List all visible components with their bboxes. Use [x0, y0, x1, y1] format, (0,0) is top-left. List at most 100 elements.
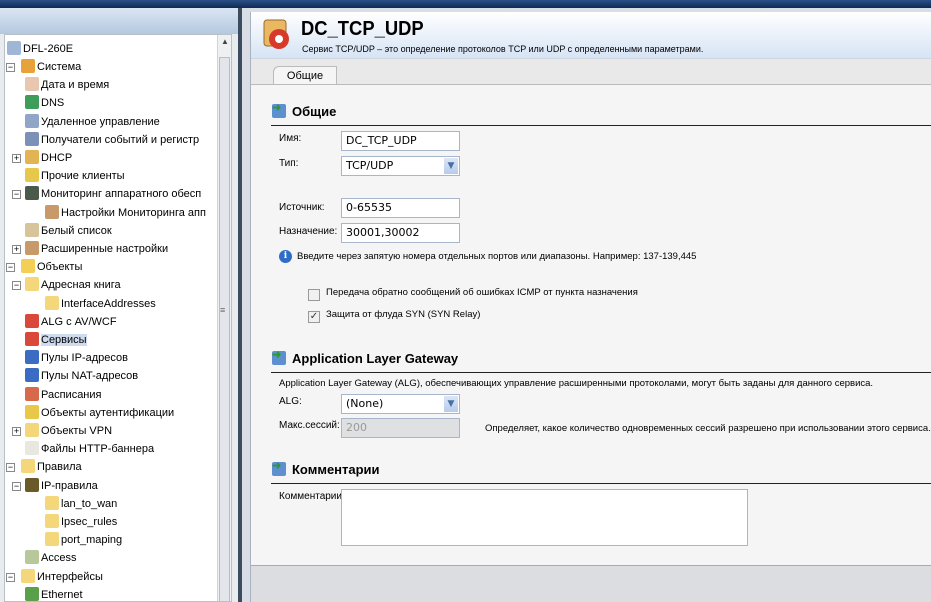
section-arrow-icon [272, 459, 286, 476]
tree-item[interactable]: Мониторинг аппаратного обесп [25, 185, 201, 203]
collapse-icon[interactable]: − [6, 263, 15, 273]
tree-item[interactable]: Правила [21, 458, 82, 476]
tree-item[interactable]: Система [21, 58, 81, 76]
tree-item-label: Дата и время [41, 79, 110, 92]
tab-general[interactable]: Общие [273, 66, 337, 86]
alg-select-value: (None) [346, 397, 384, 410]
tree-node-icon [25, 313, 39, 328]
type-select[interactable]: TCP/UDP ▼ [341, 156, 460, 176]
scrollbar-thumb[interactable] [219, 57, 230, 601]
tree-item[interactable]: lan_to_wan [45, 495, 117, 513]
panel-splitter[interactable] [238, 8, 242, 602]
tree-item[interactable]: Расширенные настройки [25, 240, 168, 258]
tree-item[interactable]: ALG с AV/WCF [25, 313, 117, 331]
divider [271, 372, 931, 373]
collapse-icon[interactable]: − [6, 463, 15, 473]
tree-item[interactable]: Расписания [25, 386, 101, 404]
tree-item[interactable]: Ipsec_rules [45, 513, 117, 531]
section-arrow-icon [272, 348, 286, 365]
tree-item-label: Система [37, 61, 82, 73]
tree-root[interactable]: DFL-260E [7, 40, 73, 58]
tree-item[interactable]: InterfaceAddresses [45, 295, 156, 313]
tree-item[interactable]: Интерфейсы [21, 568, 103, 586]
expand-icon[interactable]: + [12, 245, 21, 254]
tree-item-label: Объекты [37, 261, 83, 274]
tree-item-label: Файлы HTTP-баннера [41, 443, 155, 456]
tree-node-icon [25, 168, 39, 183]
tree-node-icon [25, 350, 39, 365]
max-sessions-label: Макс.сессий: [279, 420, 340, 431]
tree-node-icon [45, 495, 59, 510]
tree-item[interactable]: DHCP [25, 149, 72, 167]
tree-item[interactable]: Объекты VPN [25, 422, 112, 440]
tree-item-label: Прочие клиенты [41, 170, 125, 183]
expand-icon[interactable]: + [12, 154, 21, 163]
tree-item-label: Правила [37, 461, 82, 474]
tree-item[interactable]: Адресная книга [25, 276, 121, 294]
tree-node-icon [21, 459, 35, 474]
collapse-icon[interactable]: − [12, 281, 21, 291]
tree-item-label: Пулы NAT-адресов [41, 370, 139, 383]
collapse-icon[interactable]: − [6, 572, 15, 582]
tree-item[interactable]: Access [25, 549, 76, 567]
tree-item[interactable]: Пулы IP-адресов [25, 349, 128, 367]
tree-item[interactable]: Сервисы [25, 331, 87, 349]
tree-node-icon [25, 150, 39, 164]
tree-item[interactable]: port_maping [45, 531, 122, 549]
max-sessions-input[interactable]: 200 [341, 418, 460, 438]
tree-item[interactable]: Пулы NAT-адресов [25, 367, 138, 385]
tree-item-label: port_maping [61, 534, 123, 547]
tree-item[interactable]: Настройки Мониторинга апп [45, 204, 206, 222]
comments-textarea[interactable] [341, 489, 748, 546]
destination-label: Назначение: [279, 226, 338, 237]
tree-item[interactable]: Белый список [25, 222, 112, 240]
tree-item[interactable]: Дата и время [25, 76, 109, 94]
source-label: Источник: [279, 202, 325, 213]
section-comments-heading: Комментарии [272, 459, 380, 477]
tree-item-label: Ipsec_rules [61, 516, 118, 528]
tree-item-label: ALG с AV/WCF [41, 315, 117, 328]
tree-node-icon [21, 568, 35, 583]
tree-scrollbar[interactable]: ▲ ≡ [217, 35, 231, 601]
tree-item[interactable]: Прочие клиенты [25, 167, 125, 185]
tree-node-icon [25, 241, 39, 255]
page-title: DC_TCP_UDP [301, 18, 424, 40]
collapse-icon[interactable]: − [12, 190, 21, 200]
expand-icon[interactable]: + [12, 427, 21, 436]
tree-item[interactable]: Объекты [21, 258, 82, 276]
tree-item[interactable]: Файлы HTTP-баннера [25, 440, 154, 458]
tree-node-icon [25, 586, 39, 601]
tree-node-icon [25, 113, 39, 128]
tree-item[interactable]: Удаленное управление [25, 113, 160, 131]
section-general-heading: Общие [272, 101, 336, 119]
device-icon [7, 41, 21, 55]
collapse-icon[interactable]: − [12, 481, 21, 491]
tree-item-label: Расписания [41, 388, 102, 401]
tree-item[interactable]: Ethernet [25, 586, 83, 601]
tree-item[interactable]: Получатели событий и регистр [25, 131, 199, 149]
tree-item-label: Получатели событий и регистр [41, 133, 200, 146]
tree-item[interactable]: Объекты аутентификации [25, 404, 174, 422]
collapse-icon[interactable]: − [6, 63, 15, 72]
tree-node-icon [25, 404, 39, 419]
syn-relay-checkbox[interactable]: ✓ [308, 311, 320, 323]
footer-bar [251, 565, 931, 602]
tree-node-icon [25, 95, 39, 110]
tree-node-icon [25, 332, 39, 346]
name-input[interactable]: DC_TCP_UDP [341, 131, 460, 151]
form-content: Общие Имя: DC_TCP_UDP Тип: TCP/UDP ▼ Исто… [251, 84, 931, 565]
tree-item[interactable]: DNS [25, 94, 64, 112]
tree-item-label: Настройки Мониторинга апп [61, 206, 206, 219]
chevron-down-icon[interactable]: ▼ [444, 396, 458, 412]
chevron-down-icon[interactable]: ▼ [444, 158, 458, 174]
tree-item[interactable]: IP-правила [25, 477, 98, 495]
destination-ports-input[interactable]: 30001,30002 [341, 223, 460, 243]
icmp-checkbox[interactable] [308, 289, 320, 301]
tree-item-label: Access [41, 552, 77, 565]
source-ports-input[interactable]: 0-65535 [341, 198, 460, 218]
tree-item-label: Пулы IP-адресов [41, 352, 128, 365]
alg-select[interactable]: (None) ▼ [341, 394, 460, 414]
section-alg-heading: Application Layer Gateway [272, 348, 458, 366]
scroll-up-icon[interactable]: ▲ [221, 37, 229, 46]
divider [271, 125, 931, 126]
